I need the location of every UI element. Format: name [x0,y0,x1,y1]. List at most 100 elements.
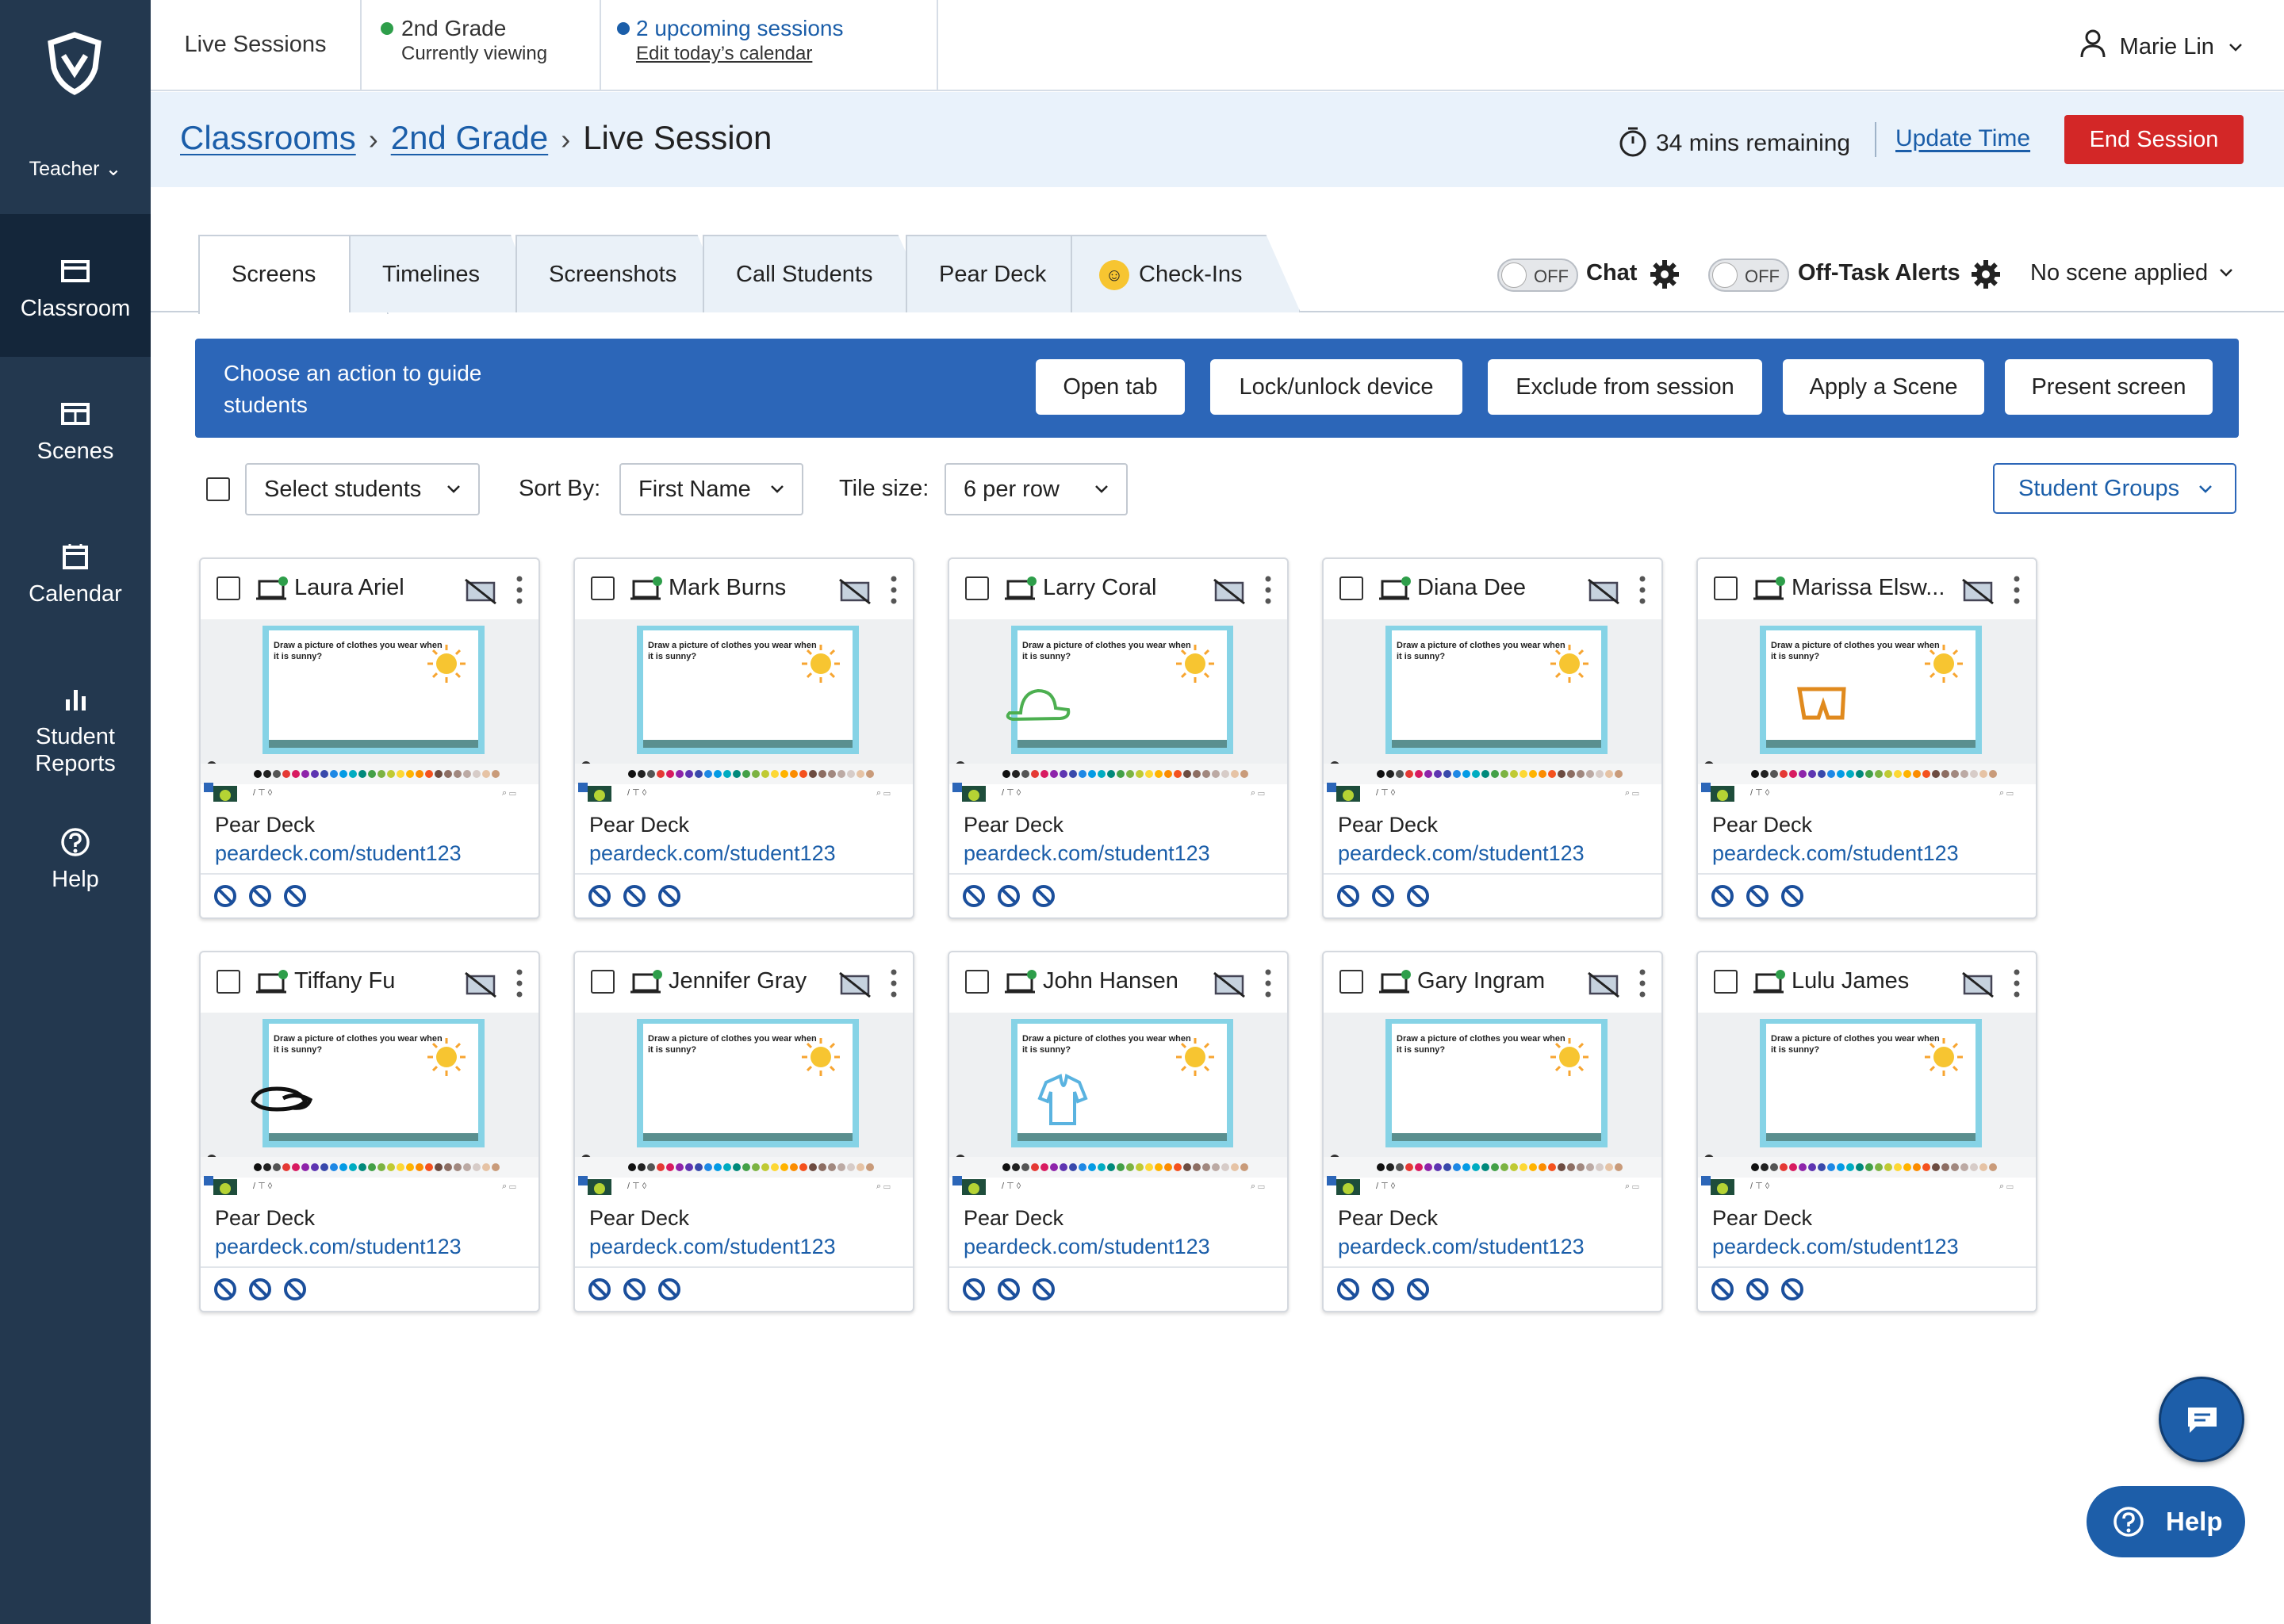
blocked-icon[interactable] [283,1277,307,1301]
blocked-icon[interactable] [1371,1277,1395,1301]
upcoming-sessions-tab[interactable]: 2 upcoming sessions Edit today’s calenda… [601,0,938,90]
blocked-icon[interactable] [213,1277,237,1301]
blocked-icon[interactable] [1746,1277,1769,1301]
student-checkbox[interactable] [1339,576,1363,600]
more-options-icon[interactable] [1636,573,1649,607]
student-checkbox[interactable] [965,576,989,600]
more-options-icon[interactable] [1262,573,1274,607]
live-sessions-tab[interactable]: Live Sessions [151,0,362,90]
off-task-settings-gear-icon[interactable] [1969,258,2002,291]
screen-off-icon[interactable] [1960,970,1996,998]
active-url-link[interactable]: peardeck.com/student123 [1338,841,1585,866]
student-groups-dropdown[interactable]: Student Groups [1993,463,2236,514]
blocked-icon[interactable] [1336,1277,1360,1301]
student-tile[interactable]: Tiffany Fu Draw a picture of clothes you … [199,951,540,1312]
tab-screenshots[interactable]: Screenshots [515,235,730,312]
student-checkbox[interactable] [1714,576,1738,600]
active-url-link[interactable]: peardeck.com/student123 [215,1235,462,1259]
tab-timelines[interactable]: Timelines [349,235,539,312]
blocked-icon[interactable] [1336,884,1360,908]
update-time-link[interactable]: Update Time [1895,125,2030,152]
tab-call-students[interactable]: Call Students [703,235,933,312]
more-options-icon[interactable] [1636,967,1649,1000]
blocked-icon[interactable] [1746,884,1769,908]
active-url-link[interactable]: peardeck.com/student123 [1712,1235,1959,1259]
screen-off-icon[interactable] [462,970,499,998]
active-url-link[interactable]: peardeck.com/student123 [1338,1235,1585,1259]
sidebar-item-help[interactable]: Help [0,785,151,928]
breadcrumb-grade[interactable]: 2nd Grade [391,119,548,156]
active-url-link[interactable]: peardeck.com/student123 [1712,841,1959,866]
blocked-icon[interactable] [962,1277,986,1301]
screen-off-icon[interactable] [1585,970,1622,998]
screen-thumbnail[interactable]: Draw a picture of clothes you wear when i… [1698,1013,2036,1198]
active-url-link[interactable]: peardeck.com/student123 [589,841,836,866]
blocked-icon[interactable] [1406,1277,1430,1301]
screen-thumbnail[interactable]: Draw a picture of clothes you wear when i… [575,1013,913,1198]
blocked-icon[interactable] [1371,884,1395,908]
blocked-icon[interactable] [1711,884,1734,908]
blocked-icon[interactable] [1711,1277,1734,1301]
screen-off-icon[interactable] [1211,576,1247,605]
apply-scene-button[interactable]: Apply a Scene [1783,359,1984,415]
student-tile[interactable]: John Hansen Draw a picture of clothes you… [948,951,1289,1312]
blocked-icon[interactable] [1406,884,1430,908]
chat-fab-button[interactable] [2159,1377,2244,1462]
tile-size-dropdown[interactable]: 6 per row [945,463,1128,515]
screen-thumbnail[interactable]: Draw a picture of clothes you wear when i… [201,1013,538,1198]
student-tile[interactable]: Mark Burns Draw a picture of clothes you … [573,557,914,919]
student-tile[interactable]: Jennifer Gray Draw a picture of clothes y… [573,951,914,1312]
blocked-icon[interactable] [283,884,307,908]
student-checkbox[interactable] [591,970,615,994]
more-options-icon[interactable] [513,573,526,607]
blocked-icon[interactable] [1780,1277,1804,1301]
active-url-link[interactable]: peardeck.com/student123 [964,1235,1210,1259]
student-checkbox[interactable] [217,970,240,994]
edit-calendar-link[interactable]: Edit today’s calendar [636,43,812,65]
sidebar-item-calendar[interactable]: Calendar [0,500,151,642]
screen-off-icon[interactable] [1960,576,1996,605]
screen-off-icon[interactable] [837,970,873,998]
user-menu[interactable]: Marie Lin [2079,29,2243,60]
student-checkbox[interactable] [965,970,989,994]
more-options-icon[interactable] [1262,967,1274,1000]
screen-thumbnail[interactable]: Draw a picture of clothes you wear when i… [575,619,913,805]
open-tab-button[interactable]: Open tab [1036,359,1185,415]
screen-thumbnail[interactable]: Draw a picture of clothes you wear when i… [949,1013,1287,1198]
screen-off-icon[interactable] [462,576,499,605]
more-options-icon[interactable] [2010,573,2023,607]
present-screen-button[interactable]: Present screen [2005,359,2213,415]
blocked-icon[interactable] [623,884,646,908]
blocked-icon[interactable] [588,884,611,908]
blocked-icon[interactable] [997,884,1021,908]
blocked-icon[interactable] [1780,884,1804,908]
student-checkbox[interactable] [1714,970,1738,994]
lock-unlock-button[interactable]: Lock/unlock device [1210,359,1462,415]
student-checkbox[interactable] [217,576,240,600]
blocked-icon[interactable] [657,1277,681,1301]
blocked-icon[interactable] [997,1277,1021,1301]
screen-thumbnail[interactable]: Draw a picture of clothes you wear when i… [1698,619,2036,805]
sidebar-item-student-reports[interactable]: Student Reports [0,642,151,801]
chat-settings-gear-icon[interactable] [1648,258,1681,291]
blocked-icon[interactable] [213,884,237,908]
blocked-icon[interactable] [588,1277,611,1301]
blocked-icon[interactable] [657,884,681,908]
role-selector[interactable]: Teacher ⌄ [0,157,151,181]
active-url-link[interactable]: peardeck.com/student123 [589,1235,836,1259]
screen-off-icon[interactable] [1585,576,1622,605]
screen-off-icon[interactable] [837,576,873,605]
exclude-from-session-button[interactable]: Exclude from session [1488,359,1762,415]
screen-thumbnail[interactable]: Draw a picture of clothes you wear when i… [949,619,1287,805]
scene-select[interactable]: No scene applied [2030,260,2233,286]
select-all-checkbox[interactable] [206,477,230,501]
end-session-button[interactable]: End Session [2064,115,2244,164]
screen-thumbnail[interactable]: Draw a picture of clothes you wear when i… [201,619,538,805]
blocked-icon[interactable] [248,1277,272,1301]
select-students-dropdown[interactable]: Select students [245,463,480,515]
off-task-toggle[interactable]: OFF [1708,259,1789,292]
student-tile[interactable]: Gary Ingram Draw a picture of clothes you… [1322,951,1663,1312]
shield-logo-icon[interactable] [46,32,103,95]
screen-thumbnail[interactable]: Draw a picture of clothes you wear when i… [1324,1013,1661,1198]
student-tile[interactable]: Marissa Elsw... Draw a picture of clothes… [1696,557,2037,919]
